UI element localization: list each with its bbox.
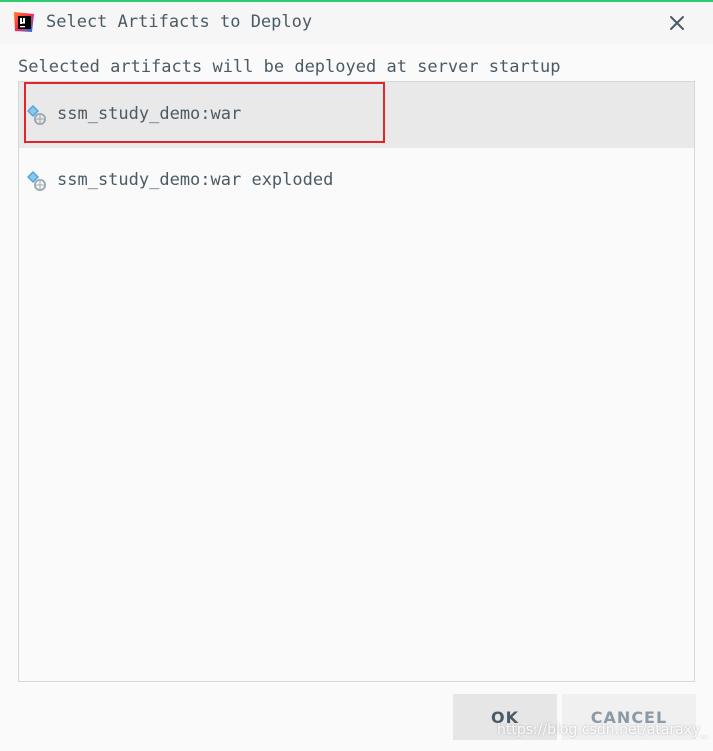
dialog-titlebar[interactable]: Select Artifacts to Deploy <box>0 2 713 44</box>
web-artifact-icon <box>25 103 49 127</box>
list-item-war[interactable]: ssm_study_demo:war <box>19 82 694 148</box>
ok-button[interactable]: OK <box>453 694 557 740</box>
list-item-war-exploded[interactable]: ssm_study_demo:war exploded <box>19 148 694 214</box>
dialog-title: Select Artifacts to Deploy <box>46 12 313 32</box>
web-artifact-icon <box>25 169 49 193</box>
close-button[interactable] <box>664 10 690 36</box>
dialog-subtitle: Selected artifacts will be deployed at s… <box>18 57 561 77</box>
artifact-list[interactable]: ssm_study_demo:war ssm_study_demo:war ex… <box>18 81 695 682</box>
intellij-idea-icon <box>12 10 36 34</box>
cancel-button[interactable]: CANCEL <box>562 694 696 740</box>
artifact-label: ssm_study_demo:war exploded <box>57 170 334 190</box>
close-icon <box>670 16 684 30</box>
artifact-label: ssm_study_demo:war <box>57 104 242 124</box>
